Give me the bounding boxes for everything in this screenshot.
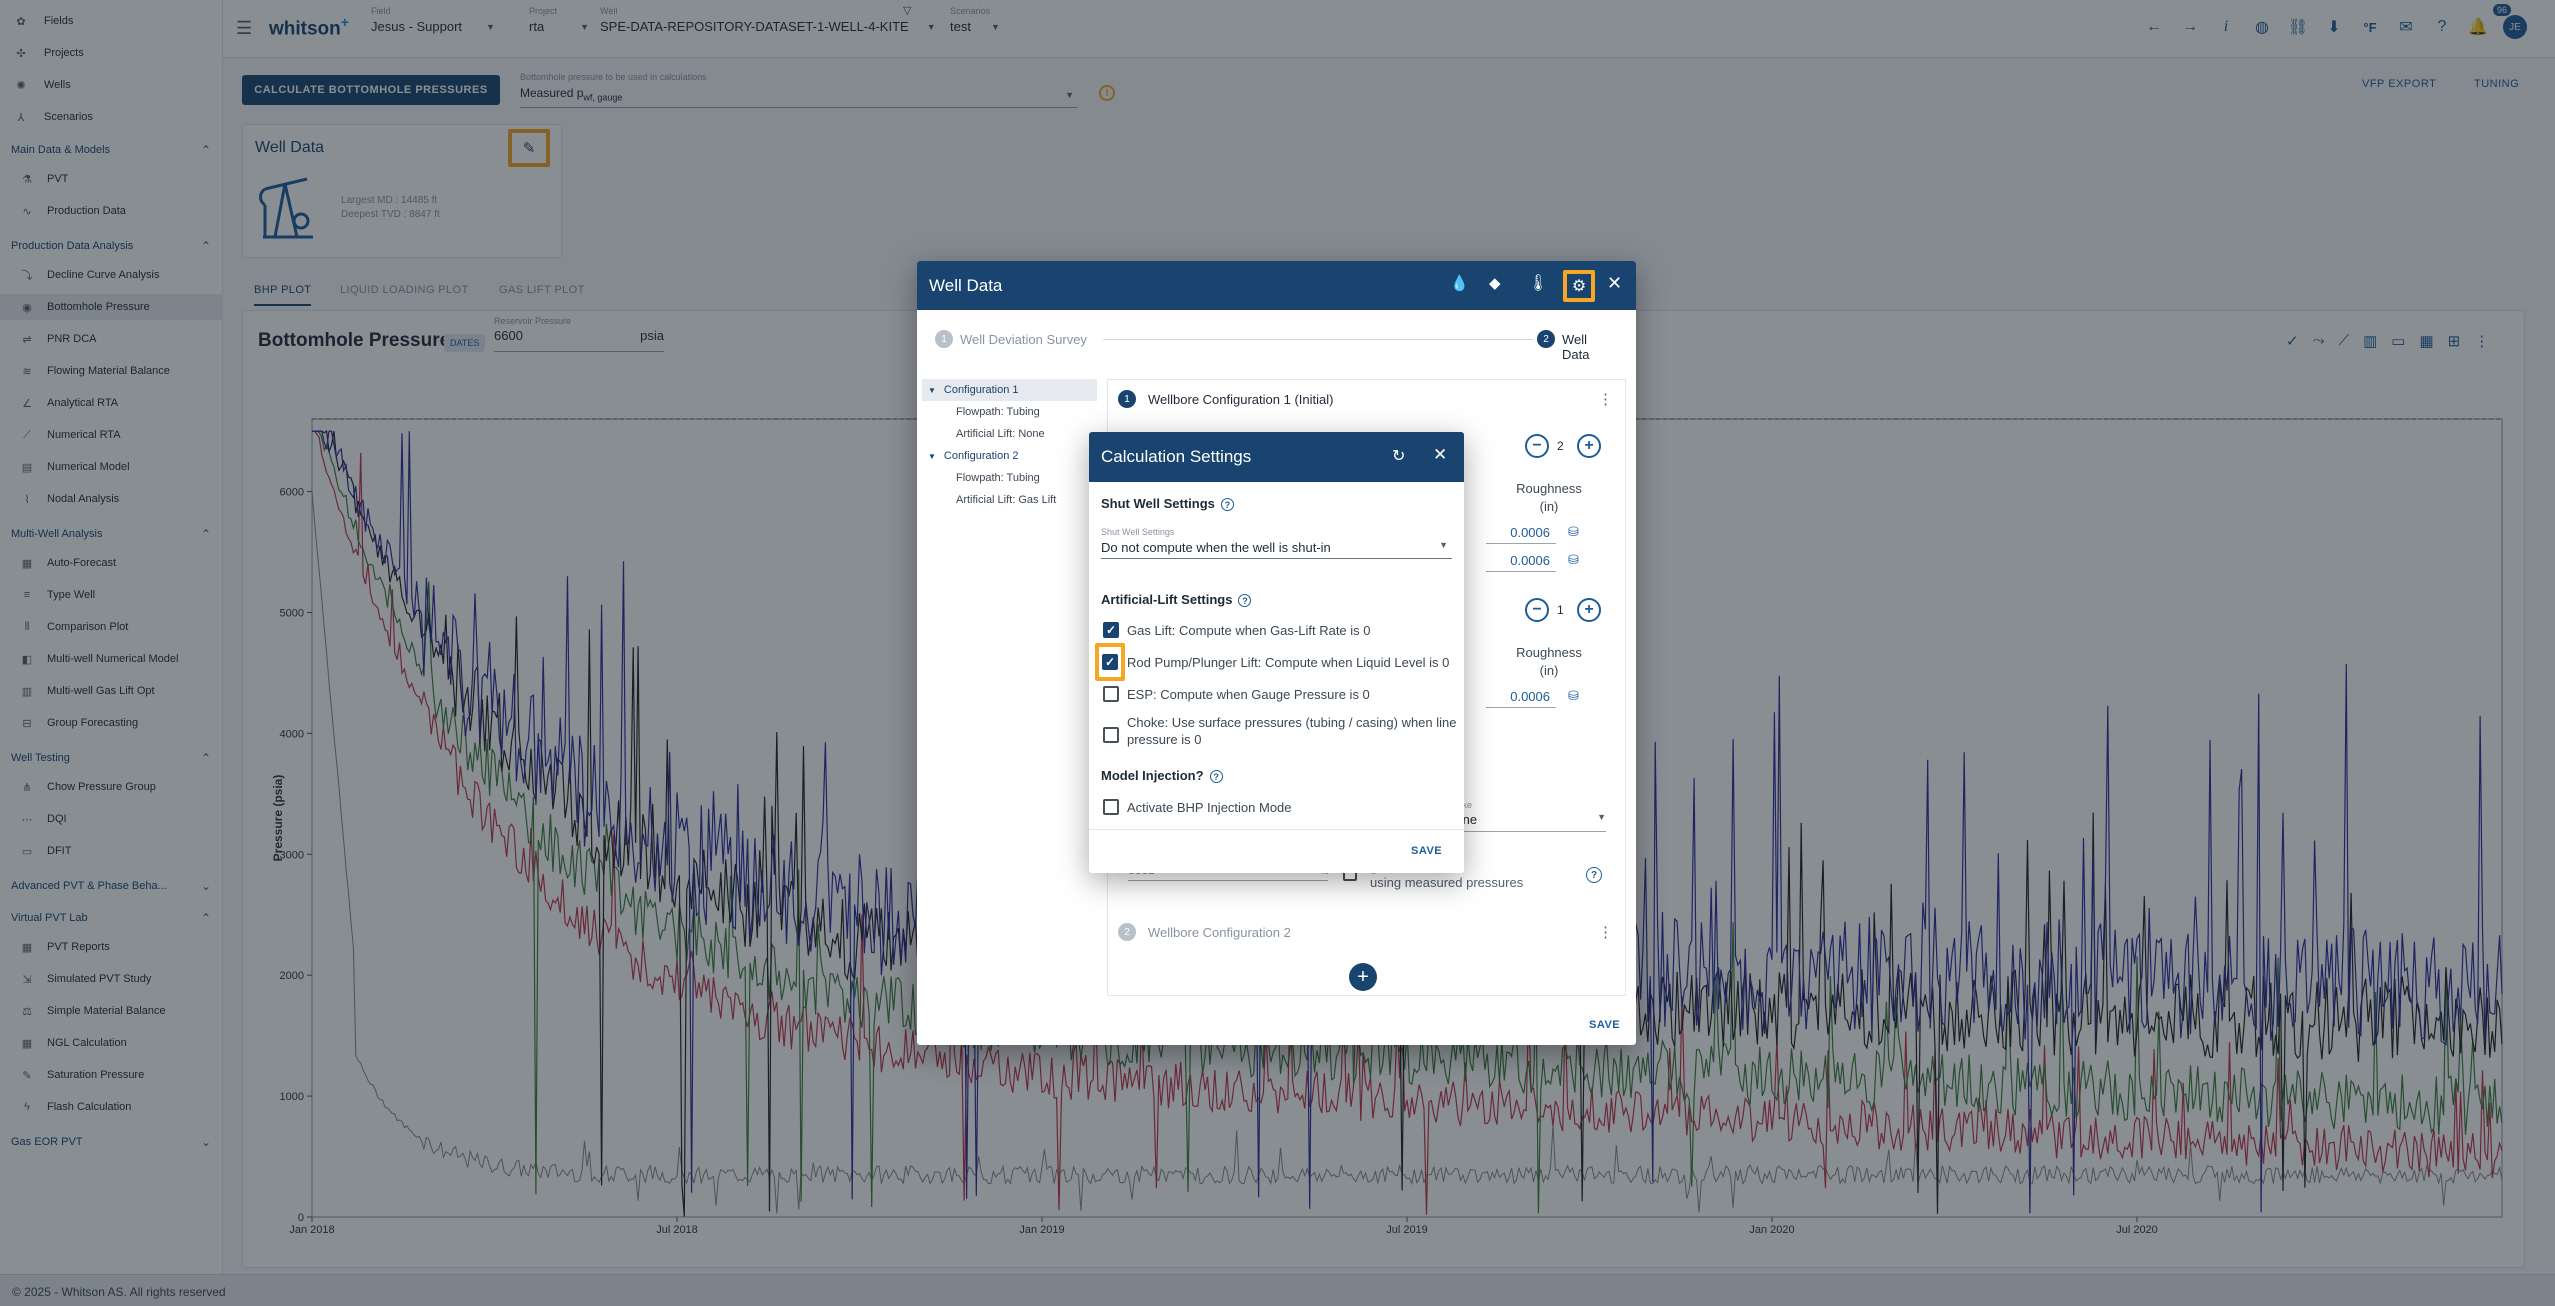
step-1-label[interactable]: Well Deviation Survey	[960, 332, 1087, 347]
database-search-icon[interactable]: ⛁	[1568, 552, 1579, 568]
stepper: 1 Well Deviation Survey 2 Well Data	[935, 329, 1617, 362]
roughness-input-1[interactable]: 0.0006	[1486, 522, 1556, 544]
chevron-down-icon: ▼	[1597, 812, 1606, 822]
tree-item-configuration-2[interactable]: ▼ Configuration 2	[922, 445, 1097, 467]
calc-dialog-title: Calculation Settings	[1101, 447, 1252, 466]
config-2-number: 2	[1118, 923, 1136, 941]
artificial-lift-count: 1	[1557, 603, 1564, 617]
info-icon[interactable]: ?	[1238, 594, 1252, 608]
more-vert-icon[interactable]: ⋮	[1598, 390, 1613, 408]
rod-pump-option-label: Rod Pump/Plunger Lift: Compute when Liqu…	[1127, 655, 1450, 670]
esp-checkbox[interactable]	[1103, 686, 1119, 702]
step-2-number: 2	[1537, 330, 1555, 348]
bhp-injection-option-label: Activate BHP Injection Mode	[1127, 800, 1292, 815]
decrement-button[interactable]: −	[1525, 598, 1549, 622]
model-injection-heading: Model Injection??	[1101, 768, 1223, 784]
shut-well-select[interactable]: Shut Well Settings Do not compute when t…	[1101, 527, 1452, 559]
calc-dialog-divider	[1089, 829, 1464, 830]
choke-label: Choke	[1446, 800, 1606, 810]
info-icon[interactable]: ?	[1209, 770, 1223, 784]
shut-well-select-value: Do not compute when the well is shut-in	[1101, 540, 1331, 555]
tree-item-flowpath-1[interactable]: Flowpath: Tubing	[922, 401, 1097, 423]
artificial-lift-heading-text: Artificial-Lift Settings	[1101, 592, 1233, 607]
well-data-dialog-title: Well Data	[929, 275, 1003, 295]
shut-well-heading: Shut Well Settings?	[1101, 496, 1234, 512]
decrement-button[interactable]: −	[1525, 434, 1549, 458]
more-vert-icon[interactable]: ⋮	[1598, 923, 1613, 941]
model-injection-heading-text: Model Injection?	[1101, 768, 1204, 783]
tree-item-flowpath-2[interactable]: Flowpath: Tubing	[922, 467, 1097, 489]
gas-lift-checkbox[interactable]: ✓	[1103, 622, 1119, 638]
choke-option-label: Choke: Use surface pressures (tubing / c…	[1127, 715, 1457, 747]
rod-pump-checkbox-highlight[interactable]: ✓	[1095, 643, 1125, 681]
info-icon[interactable]: ?	[1220, 498, 1234, 512]
increment-button[interactable]: +	[1577, 434, 1601, 458]
caret-down-icon: ▼	[928, 385, 936, 395]
database-search-icon[interactable]: ⛁	[1568, 524, 1579, 540]
tree-item-artificial-lift-2[interactable]: Artificial Lift: Gas Lift	[922, 489, 1097, 511]
reset-icon[interactable]: ↻	[1392, 446, 1405, 466]
caret-down-icon: ▼	[928, 451, 936, 461]
config-1-title: Wellbore Configuration 1 (Initial)	[1148, 392, 1334, 407]
close-icon[interactable]: ✕	[1433, 445, 1447, 465]
step-2-label[interactable]: Well Data	[1562, 332, 1617, 362]
config-2-title: Wellbore Configuration 2	[1148, 925, 1291, 940]
shut-well-heading-text: Shut Well Settings	[1101, 496, 1215, 511]
choke-checkbox[interactable]	[1103, 727, 1119, 743]
oil-drop-icon[interactable]: 💧	[1450, 274, 1469, 292]
gas-lift-option-label: Gas Lift: Compute when Gas-Lift Rate is …	[1127, 623, 1371, 638]
calculation-settings-dialog: Calculation Settings ↻ ✕ Shut Well Setti…	[1089, 432, 1464, 873]
roughness-header: Roughness (in)	[1494, 644, 1604, 680]
settings-gear-button[interactable]: ⚙	[1563, 270, 1595, 302]
sandface-text-2: using measured pressures	[1370, 875, 1524, 890]
chevron-down-icon: ▼	[1439, 540, 1448, 550]
roughness-input-3[interactable]: 0.0006	[1486, 686, 1556, 708]
tree-item-artificial-lift-1[interactable]: Artificial Lift: None	[922, 423, 1097, 445]
help-icon[interactable]: ?	[1586, 867, 1602, 883]
well-data-save-button[interactable]: SAVE	[1589, 1019, 1620, 1031]
step-1-number: 1	[935, 330, 953, 348]
database-search-icon[interactable]: ⛁	[1568, 688, 1579, 704]
artificial-lift-heading: Artificial-Lift Settings?	[1101, 592, 1252, 608]
roughness-unit: (in)	[1539, 499, 1559, 514]
esp-option-label: ESP: Compute when Gauge Pressure is 0	[1127, 687, 1370, 702]
flowpath-count: 2	[1557, 439, 1564, 453]
tree-item-configuration-1[interactable]: ▼ Configuration 1	[922, 379, 1097, 401]
roughness-label: Roughness	[1516, 481, 1582, 496]
water-drop-icon[interactable]: ◆	[1489, 274, 1501, 292]
thermometer-icon[interactable]: 🌡	[1528, 273, 1548, 293]
rod-pump-checkbox[interactable]: ✓	[1102, 654, 1118, 670]
calc-settings-save-button[interactable]: SAVE	[1411, 845, 1442, 857]
tree-label: Configuration 2	[943, 450, 1019, 462]
roughness-header: Roughness (in)	[1494, 480, 1604, 516]
config-tree: ▼ Configuration 1 Flowpath: Tubing Artifi…	[922, 379, 1097, 511]
increment-button[interactable]: +	[1577, 598, 1601, 622]
config-1-number: 1	[1118, 390, 1136, 408]
close-icon[interactable]: ✕	[1607, 273, 1622, 294]
add-configuration-button[interactable]: +	[1349, 963, 1377, 991]
stepper-line	[1103, 339, 1533, 340]
bhp-injection-checkbox[interactable]	[1103, 799, 1119, 815]
roughness-input-2[interactable]: 0.0006	[1486, 550, 1556, 572]
tree-label: Configuration 1	[943, 384, 1019, 396]
roughness-label: Roughness	[1516, 645, 1582, 660]
choke-select[interactable]: Choke None▼	[1446, 800, 1606, 832]
shut-well-select-label: Shut Well Settings	[1101, 527, 1175, 537]
roughness-unit: (in)	[1539, 663, 1559, 678]
